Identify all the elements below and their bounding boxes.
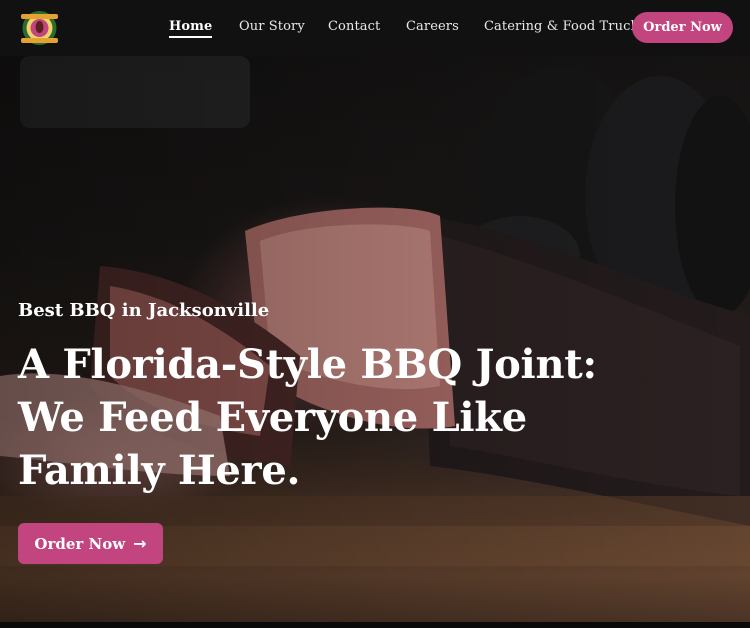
nav-link-careers[interactable]: Careers bbox=[406, 19, 459, 34]
restaurant-logo-icon[interactable] bbox=[17, 8, 62, 48]
nav-link-contact[interactable]: Contact bbox=[328, 19, 380, 34]
hero-section: Best BBQ in Jacksonville A Florida-Style… bbox=[0, 56, 750, 622]
arrow-right-icon: → bbox=[133, 534, 147, 553]
hero-headline-line-3: Family Here. bbox=[18, 447, 301, 494]
hero-order-now-button[interactable]: Order Now → bbox=[18, 523, 163, 564]
top-navbar: Home Our Story Contact Careers Catering … bbox=[0, 0, 750, 56]
nav-link-catering-food-truck[interactable]: Catering & Food Truck bbox=[484, 19, 638, 34]
hero-headline-line-1: A Florida-Style BBQ Joint: bbox=[18, 341, 597, 388]
hero-headline: A Florida-Style BBQ Joint: We Feed Every… bbox=[18, 338, 597, 497]
nav-order-now-button[interactable]: Order Now bbox=[632, 12, 733, 43]
nav-link-home[interactable]: Home bbox=[169, 19, 213, 38]
hero-eyebrow: Best BBQ in Jacksonville bbox=[18, 300, 270, 321]
nav-link-our-story[interactable]: Our Story bbox=[239, 19, 305, 34]
hero-order-now-label: Order Now bbox=[34, 534, 126, 553]
page-bottom-edge bbox=[0, 622, 750, 628]
hero-headline-line-2: We Feed Everyone Like bbox=[18, 394, 527, 441]
